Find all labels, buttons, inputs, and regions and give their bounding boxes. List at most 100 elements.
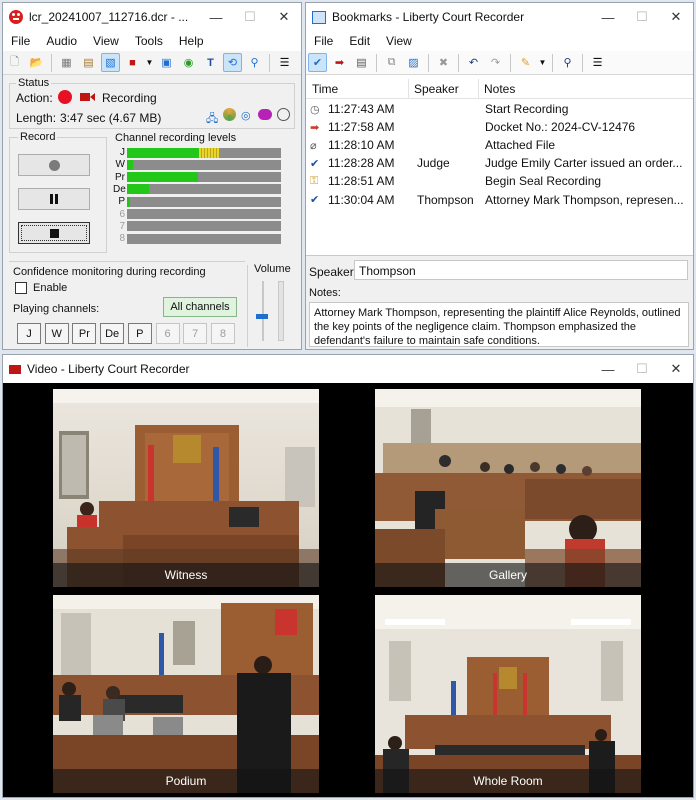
hamburger-menu-icon[interactable]: ☰ xyxy=(275,53,294,72)
menu-tools[interactable]: Tools xyxy=(127,34,171,48)
close-button[interactable]: ✕ xyxy=(267,3,301,31)
recorder-menubar: File Audio View Tools Help xyxy=(3,31,301,51)
minimize-button[interactable]: — xyxy=(591,3,625,31)
undo-icon[interactable]: ↶ xyxy=(464,53,483,72)
bookmarks-menubar: File Edit View xyxy=(306,31,693,51)
video-tile-podium[interactable]: Podium xyxy=(53,595,319,793)
notes-text: Attorney Mark Thompson, representing the… xyxy=(314,307,681,347)
channel-level-label: 6 xyxy=(119,208,125,220)
volume-slider[interactable] xyxy=(256,314,268,319)
playing-channel-button[interactable]: 7 xyxy=(183,323,208,344)
menu-file[interactable]: File xyxy=(3,34,38,48)
column-notes[interactable]: Notes xyxy=(484,82,515,96)
close-button[interactable]: ✕ xyxy=(659,3,693,31)
document-icon[interactable]: ▤ xyxy=(352,53,371,72)
dropdown-arrow-icon[interactable]: ▼ xyxy=(145,53,154,72)
menu-view[interactable]: View xyxy=(378,34,420,48)
playing-channel-button[interactable]: 8 xyxy=(210,323,235,344)
bookmark-row[interactable]: ➡ 11:27:58 AM Docket No.: 2024-CV-12476 xyxy=(306,118,692,136)
video-tile-whole-room[interactable]: Whole Room xyxy=(375,595,641,793)
screen-icon[interactable]: ▣ xyxy=(157,53,176,72)
playing-channel-button[interactable]: W xyxy=(44,323,69,344)
insert-bookmark-icon[interactable]: ➡ xyxy=(330,53,349,72)
search-icon[interactable]: ⚲ xyxy=(558,53,577,72)
playing-channel-button[interactable]: P xyxy=(127,323,152,344)
bookmark-row[interactable]: ◷ 11:27:43 AM Start Recording xyxy=(306,100,692,118)
bookmark-row[interactable]: ✔ 11:30:04 AM Thompson Attorney Mark Thomps… xyxy=(306,191,692,209)
channel-level-row: 8 xyxy=(113,233,281,244)
copy-icon[interactable]: ⧉ xyxy=(382,53,401,72)
paste-icon[interactable]: ▨ xyxy=(404,53,423,72)
whole-room-camera-feed xyxy=(375,595,641,793)
open-folder-icon[interactable]: 📂 xyxy=(27,53,46,72)
properties-icon[interactable]: ▦ xyxy=(57,53,76,72)
channel-level-row: W xyxy=(113,159,281,170)
recorder-title: lcr_20241007_112716.dcr - ... xyxy=(29,10,189,24)
all-channels-button[interactable]: All channels xyxy=(163,297,237,317)
bookmark-row[interactable]: ✔ 11:28:28 AM Judge Judge Emily Carter issu… xyxy=(306,154,692,172)
text-icon[interactable]: T xyxy=(201,53,220,72)
menu-help[interactable]: Help xyxy=(171,34,212,48)
menu-file[interactable]: File xyxy=(306,34,341,48)
volume-label: Volume xyxy=(254,263,291,275)
dropdown-arrow-icon[interactable]: ▼ xyxy=(538,53,547,72)
channel-level-label: P xyxy=(118,196,125,208)
bookmark-time: 11:28:10 AM xyxy=(328,138,395,153)
bookmark-row[interactable]: ⌀ 11:28:10 AM Attached File xyxy=(306,136,692,154)
maximize-button[interactable]: ☐ xyxy=(233,3,267,31)
channel-level-row: 6 xyxy=(113,209,281,220)
playing-channel-button[interactable]: 6 xyxy=(155,323,180,344)
sync-icon[interactable]: ⟲ xyxy=(223,53,242,72)
enable-checkbox[interactable] xyxy=(15,282,27,294)
speaker-label: Speaker: xyxy=(309,265,358,279)
menu-audio[interactable]: Audio xyxy=(38,34,85,48)
delete-icon[interactable]: ✖ xyxy=(434,53,453,72)
video-tile-gallery[interactable]: Gallery xyxy=(375,389,641,587)
speaker-input[interactable]: Thompson xyxy=(354,260,688,280)
video-tile-witness[interactable]: Witness xyxy=(53,389,319,587)
notes-textarea[interactable]: Attorney Mark Thompson, representing the… xyxy=(309,302,689,347)
hamburger-menu-icon[interactable]: ☰ xyxy=(588,53,607,72)
bookmark-row[interactable]: ⚿ 11:28:51 AM Begin Seal Recording xyxy=(306,172,692,190)
menu-edit[interactable]: Edit xyxy=(341,34,378,48)
playing-channel-button[interactable]: Pr xyxy=(72,323,97,344)
column-time[interactable]: Time xyxy=(312,82,338,96)
camera-capture-icon[interactable]: ◉ xyxy=(179,53,198,72)
channel-level-label: W xyxy=(115,159,125,171)
maximize-button[interactable]: ☐ xyxy=(625,3,659,31)
playing-channel-button[interactable]: De xyxy=(100,323,125,344)
column-speaker[interactable]: Speaker xyxy=(414,82,459,96)
search-icon[interactable]: ⚲ xyxy=(245,53,264,72)
menu-view[interactable]: View xyxy=(85,34,127,48)
playing-channel-button[interactable]: J xyxy=(17,323,41,344)
close-button[interactable]: ✕ xyxy=(659,355,693,383)
channel-level-label: Pr xyxy=(115,171,125,183)
video-camera-icon[interactable]: ■ xyxy=(123,53,142,72)
channel-level-fill xyxy=(127,184,149,195)
enable-label[interactable]: Enable xyxy=(33,282,67,294)
witness-camera-feed xyxy=(53,389,319,587)
redo-icon[interactable]: ↷ xyxy=(486,53,505,72)
bookmarks-window: Bookmarks - Liberty Court Recorder — ☐ ✕… xyxy=(305,2,694,350)
highlight-pen-icon[interactable]: ✎ xyxy=(516,53,535,72)
record-button[interactable] xyxy=(18,154,90,176)
new-file-icon[interactable]: 🗋 xyxy=(5,53,24,72)
channel-level-row: J xyxy=(113,147,281,158)
maximize-button[interactable]: ☐ xyxy=(625,355,659,383)
channel-level-label: J xyxy=(120,147,125,158)
video-camera-icon xyxy=(9,364,21,374)
video-caption: Gallery xyxy=(375,563,641,587)
channel-level-label: De xyxy=(113,183,126,195)
stop-button[interactable] xyxy=(18,222,90,244)
channel-level-bar xyxy=(127,172,281,183)
stream-icon xyxy=(258,109,272,120)
checkmark-icon[interactable]: ✔ xyxy=(308,53,327,72)
record-label: Record xyxy=(18,131,58,143)
channel-level-row: P xyxy=(113,196,281,207)
minimize-button[interactable]: — xyxy=(199,3,233,31)
bookmarks-icon[interactable]: ▧ xyxy=(101,53,120,72)
bookmark-speaker: Judge xyxy=(417,156,450,171)
notes-icon[interactable]: ▤ xyxy=(79,53,98,72)
pause-button[interactable] xyxy=(18,188,90,210)
minimize-button[interactable]: — xyxy=(591,355,625,383)
